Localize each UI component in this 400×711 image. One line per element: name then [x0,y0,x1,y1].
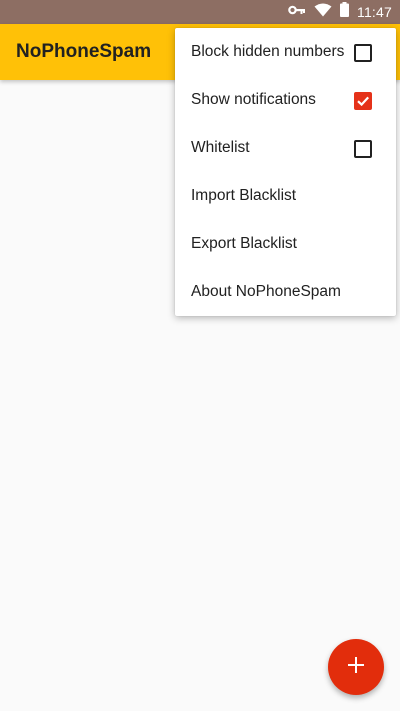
status-icons: 11:47 [288,0,392,24]
menu-item-whitelist[interactable]: Whitelist [175,124,396,172]
status-time: 11:47 [357,4,392,20]
block-hidden-numbers-checkbox[interactable] [354,44,372,62]
menu-item-block-hidden-numbers[interactable]: Block hidden numbers [175,28,396,76]
whitelist-checkbox[interactable] [354,140,372,158]
menu-item-label: Whitelist [191,139,250,156]
menu-item-export-blacklist[interactable]: Export Blacklist [175,220,396,268]
wifi-icon [314,3,332,22]
plus-icon [347,656,365,679]
menu-item-import-blacklist[interactable]: Import Blacklist [175,172,396,220]
menu-item-label: Import Blacklist [191,187,297,204]
battery-icon [340,2,349,22]
app-title: NoPhoneSpam [16,41,152,62]
menu-item-label: Show notifications [191,91,316,108]
add-number-fab[interactable] [328,639,384,695]
menu-item-label: Block hidden numbers [191,43,345,60]
overflow-menu: Block hidden numbers Show notifications … [175,28,396,316]
show-notifications-checkbox[interactable] [354,92,372,110]
menu-item-label: Export Blacklist [191,235,297,252]
status-bar: 11:47 [0,0,400,24]
menu-item-label: About NoPhoneSpam [191,283,341,300]
menu-item-show-notifications[interactable]: Show notifications [175,76,396,124]
vpn-key-icon [288,3,306,21]
menu-item-about[interactable]: About NoPhoneSpam [175,268,396,316]
